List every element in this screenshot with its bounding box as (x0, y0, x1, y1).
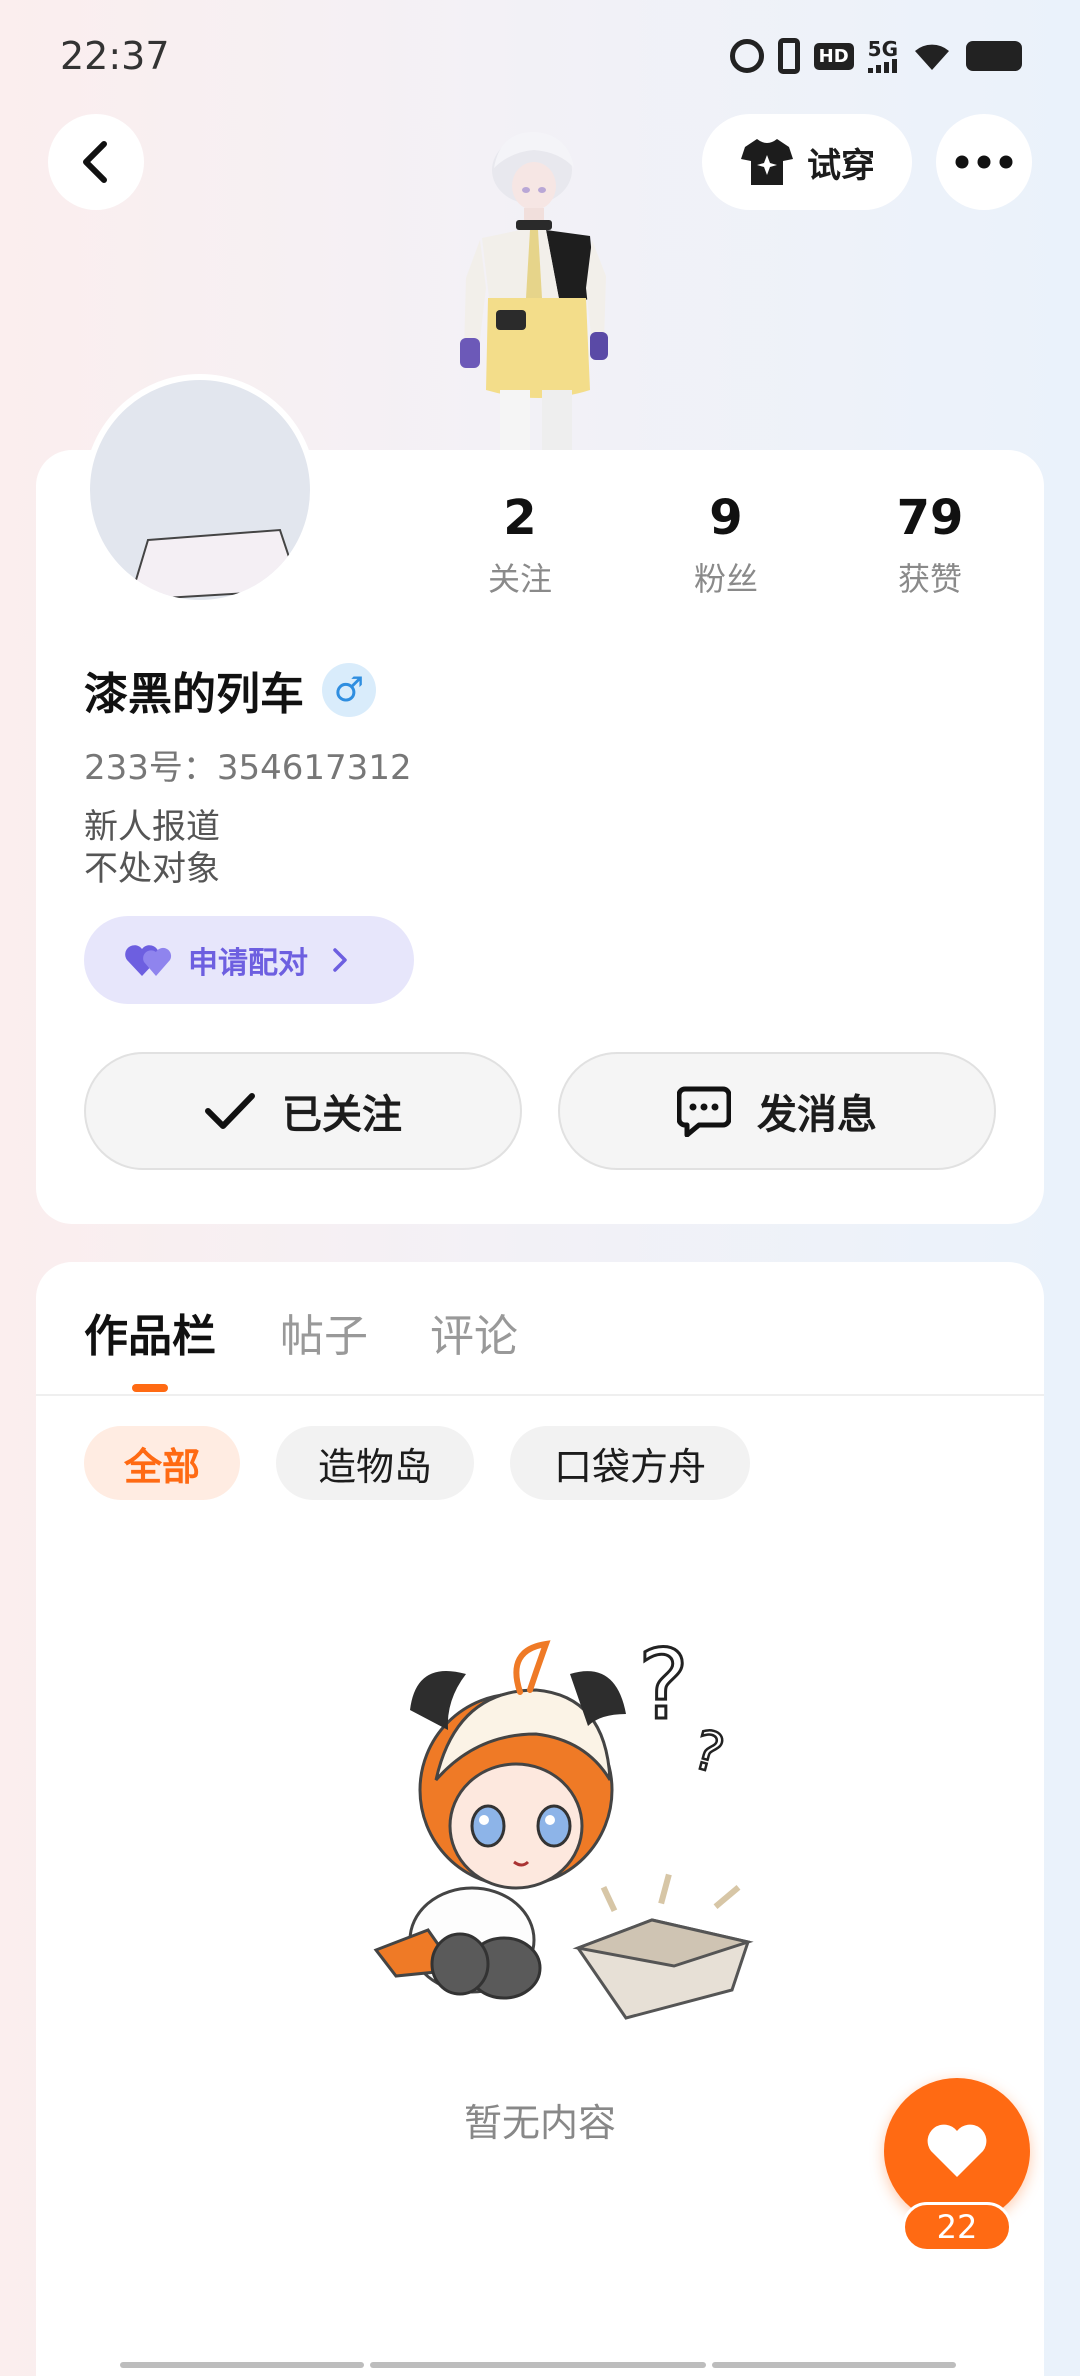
send-message-label: 发消息 (757, 1092, 877, 1138)
avatar[interactable] (84, 374, 316, 606)
followers-label: 粉丝 (693, 560, 758, 598)
double-heart-icon (125, 945, 172, 976)
like-count-badge: 22 (902, 2202, 1012, 2252)
svg-text:?: ? (687, 1718, 731, 1786)
alarm-icon (729, 39, 764, 73)
network-label: 5G (867, 37, 898, 61)
following-label: 关注 (487, 560, 552, 598)
wifi-icon (912, 40, 952, 72)
likes-count: 79 (896, 490, 964, 546)
following-button[interactable]: 已关注 (84, 1052, 522, 1170)
check-icon (205, 1093, 255, 1129)
try-on-label: 试穿 (807, 145, 875, 186)
empty-state-illustration: ? ? (356, 1628, 756, 2030)
status-icons: HD 5G (729, 37, 1022, 74)
tshirt-sparkle-icon (741, 139, 793, 185)
likes-label: 获赞 (897, 560, 962, 598)
active-tab-indicator (132, 1384, 168, 1392)
more-button[interactable] (936, 114, 1032, 210)
filter-all[interactable]: 全部 (84, 1426, 240, 1500)
stat-following[interactable]: 2 关注 (440, 490, 600, 600)
stat-followers[interactable]: 9 粉丝 (646, 490, 806, 600)
chevron-right-icon (333, 948, 347, 972)
chevron-left-icon (83, 141, 107, 183)
bio-line-1: 新人报道 (84, 807, 220, 847)
following-count: 2 (503, 490, 537, 546)
battery-icon (966, 41, 1022, 71)
filter-creation-island[interactable]: 造物岛 (276, 1426, 474, 1500)
tab-divider (36, 1394, 1044, 1396)
signal-5g-icon: 5G (867, 37, 898, 73)
user-id: 233号：354617312 (84, 748, 412, 788)
username-row: 漆黑的列车 ♂ (84, 658, 376, 722)
vibrate-icon (777, 38, 800, 74)
heart-icon (927, 2124, 987, 2177)
apply-pair-button[interactable]: 申请配对 (84, 916, 414, 1004)
following-button-label: 已关注 (282, 1092, 402, 1138)
back-button[interactable] (48, 114, 144, 210)
tab-posts[interactable]: 帖子 (280, 1300, 368, 1364)
username: 漆黑的列车 (84, 669, 304, 720)
filter-pocket-ark[interactable]: 口袋方舟 (510, 1426, 750, 1500)
followers-count: 9 (709, 490, 743, 546)
avatar-3d-figure[interactable] (450, 128, 640, 450)
apply-pair-label: 申请配对 (188, 946, 308, 981)
bio: 新人报道 不处对象 (84, 806, 220, 890)
tab-works[interactable]: 作品栏 (84, 1300, 216, 1364)
bottom-scroll-indicator (120, 2362, 956, 2368)
chat-bubble-icon (677, 1086, 731, 1137)
tab-comments[interactable]: 评论 (430, 1300, 518, 1364)
try-on-button[interactable]: 试穿 (702, 114, 912, 210)
send-message-button[interactable]: 发消息 (558, 1052, 996, 1170)
hd-icon: HD (813, 42, 854, 70)
status-time: 22:37 (60, 34, 170, 78)
svg-text:?: ? (638, 1630, 689, 1741)
male-gender-icon: ♂ (322, 663, 376, 717)
more-dots-icon (955, 155, 1013, 169)
bio-line-2: 不处对象 (84, 849, 220, 889)
stat-likes[interactable]: 79 获赞 (850, 490, 1010, 600)
status-bar: 22:37 HD 5G (0, 0, 1080, 110)
